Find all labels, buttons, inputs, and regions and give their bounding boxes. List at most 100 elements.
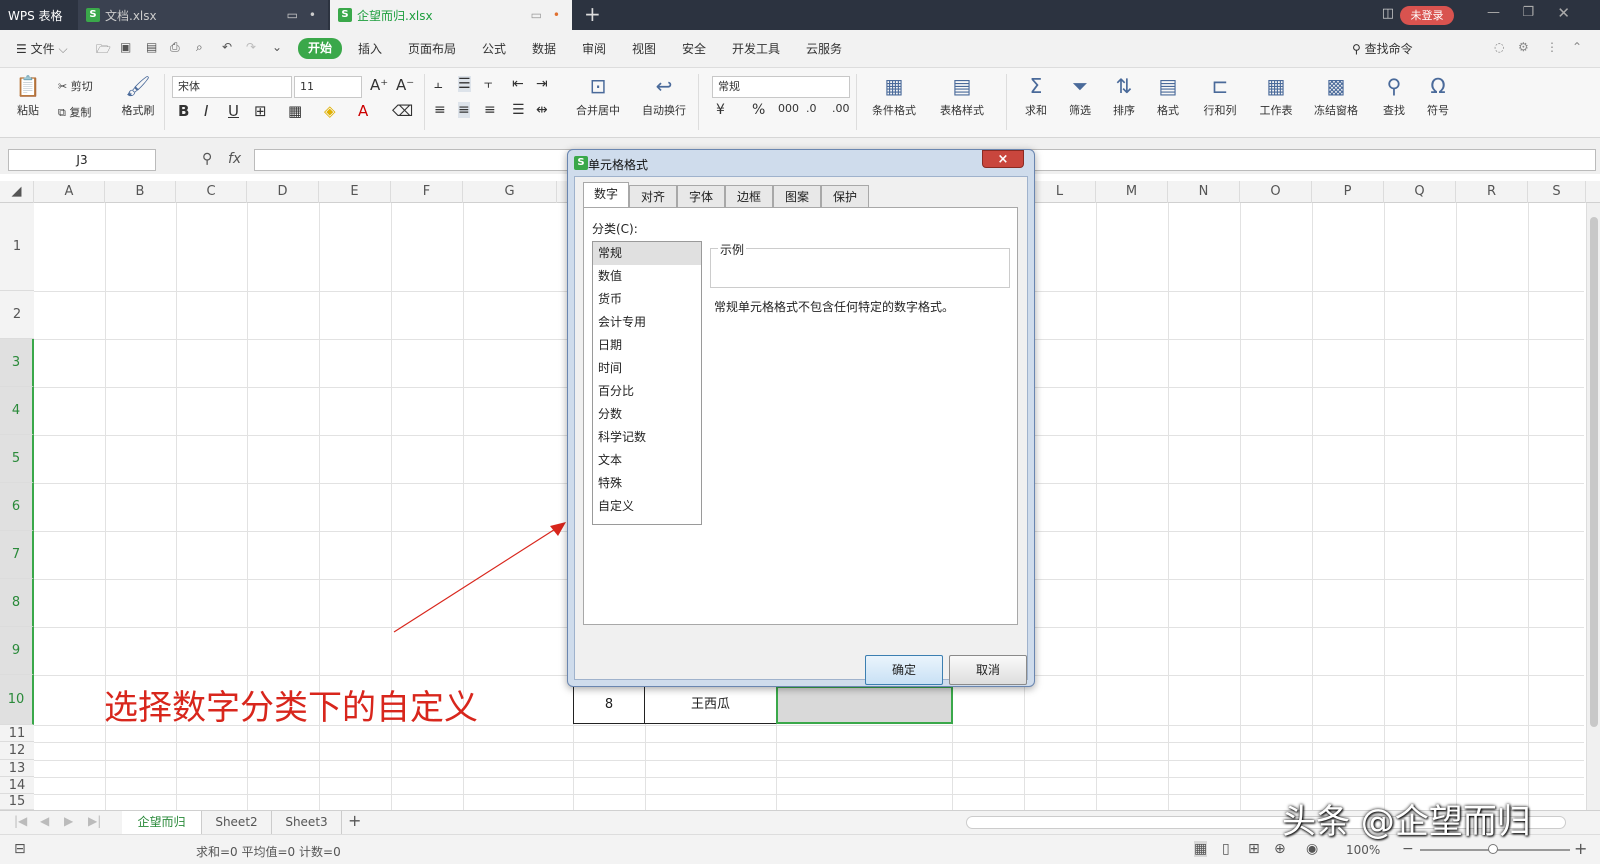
menu-insert[interactable]: 插入 <box>358 40 382 57</box>
next-sheet-icon[interactable]: ▶ <box>64 814 73 828</box>
col-header-f[interactable]: F <box>391 181 463 203</box>
grow-font-icon[interactable]: A⁺ <box>370 76 388 94</box>
italic-icon[interactable]: I <box>204 102 208 120</box>
tab-border[interactable]: 边框 <box>725 185 773 207</box>
cell-h10[interactable]: 8 <box>573 686 645 724</box>
tab-protection[interactable]: 保护 <box>821 185 869 207</box>
page-view-icon[interactable]: ▯ <box>1222 841 1230 857</box>
row-header-8[interactable]: 8 <box>0 579 34 627</box>
fx-icon[interactable]: fx <box>228 151 241 167</box>
font-size-select[interactable]: 11 <box>294 76 362 98</box>
eraser-icon[interactable]: ⌫ <box>392 102 413 120</box>
vertical-scrollbar[interactable] <box>1586 203 1600 810</box>
merge-center-button[interactable]: ⊡ 合并居中 <box>570 74 626 118</box>
col-header-e[interactable]: E <box>319 181 391 203</box>
paste-button[interactable]: 📋 粘贴 <box>10 74 46 118</box>
category-special[interactable]: 特殊 <box>593 472 701 495</box>
wrap-text-button[interactable]: ↩ 自动换行 <box>636 74 692 118</box>
col-header-n[interactable]: N <box>1168 181 1240 203</box>
page-break-view-icon[interactable]: ⊞ <box>1248 841 1260 857</box>
menu-developer[interactable]: 开发工具 <box>732 40 780 57</box>
more-icon[interactable]: ⋮ <box>1546 40 1558 54</box>
border-icon[interactable]: ⊞ <box>254 102 267 120</box>
align-center-icon[interactable]: ≡ <box>458 102 470 118</box>
row-header-6[interactable]: 6 <box>0 483 34 531</box>
col-header-m[interactable]: M <box>1096 181 1168 203</box>
category-date[interactable]: 日期 <box>593 334 701 357</box>
row-header-3[interactable]: 3 <box>0 339 34 387</box>
row-header-14[interactable]: 14 <box>0 777 34 794</box>
justify-icon[interactable]: ☰ <box>512 102 525 118</box>
dialog-close-button[interactable]: × <box>982 150 1024 168</box>
col-header-s[interactable]: S <box>1528 181 1586 203</box>
find-button[interactable]: ⚲ 查找 <box>1376 74 1412 118</box>
freeze-panes-button[interactable]: ▩ 冻结窗格 <box>1308 74 1364 118</box>
thousands-icon[interactable]: 000 <box>778 102 799 115</box>
menu-formula[interactable]: 公式 <box>482 40 506 57</box>
underline-icon[interactable]: U <box>228 102 239 120</box>
table-style-button[interactable]: ▤ 表格样式 <box>932 74 992 118</box>
align-top-icon[interactable]: ⫠ <box>434 76 442 92</box>
file-menu[interactable]: ☰ 文件 ⌵ <box>16 40 68 57</box>
close-window-icon[interactable]: ✕ <box>1557 4 1570 22</box>
worksheet-button[interactable]: ▦ 工作表 <box>1252 74 1300 118</box>
row-header-5[interactable]: 5 <box>0 435 34 483</box>
tab-number[interactable]: 数字 <box>583 182 629 208</box>
menu-review[interactable]: 审阅 <box>582 40 606 57</box>
row-header-15[interactable]: 15 <box>0 794 34 810</box>
distributed-icon[interactable]: ⇹ <box>536 102 548 118</box>
col-header-b[interactable]: B <box>105 181 176 203</box>
category-accounting[interactable]: 会计专用 <box>593 311 701 334</box>
reading-mode-icon[interactable]: ⊕ <box>1274 841 1286 857</box>
zoom-slider-thumb[interactable] <box>1488 844 1498 854</box>
restore-icon[interactable]: ❐ <box>1522 5 1534 20</box>
unsaved-dot-icon[interactable]: • <box>553 8 560 22</box>
comment-icon[interactable]: ◌ <box>1494 40 1504 54</box>
number-format-select[interactable]: 常规 <box>712 76 850 98</box>
zoom-formula-icon[interactable]: ⚲ <box>202 151 212 167</box>
menu-cloud[interactable]: 云服务 <box>806 40 842 57</box>
row-header-4[interactable]: 4 <box>0 387 34 435</box>
row-header-10[interactable]: 10 <box>0 675 34 725</box>
row-header-1[interactable]: 1 <box>0 203 34 291</box>
menu-data[interactable]: 数据 <box>532 40 556 57</box>
cancel-button[interactable]: 取消 <box>949 655 1027 685</box>
row-header-7[interactable]: 7 <box>0 531 34 579</box>
format-button[interactable]: ▤ 格式 <box>1150 74 1186 118</box>
zoom-in-icon[interactable]: + <box>1574 839 1587 858</box>
conditional-format-button[interactable]: ▦ 条件格式 <box>864 74 924 118</box>
fill-pattern-icon[interactable]: ▦ <box>288 102 302 120</box>
last-sheet-icon[interactable]: ▶| <box>88 814 101 828</box>
name-box[interactable]: J3 <box>8 149 156 171</box>
sheet-tab-3[interactable]: Sheet3 <box>272 811 342 834</box>
tab-alignment[interactable]: 对齐 <box>629 185 677 207</box>
shrink-font-icon[interactable]: A⁻ <box>396 76 414 94</box>
add-sheet-button[interactable]: + <box>348 811 361 830</box>
category-list[interactable]: 常规 数值 货币 会计专用 日期 时间 百分比 分数 科学记数 文本 特殊 自定… <box>592 241 702 525</box>
zoom-level[interactable]: 100% <box>1346 843 1380 857</box>
col-header-p[interactable]: P <box>1312 181 1384 203</box>
collapse-ribbon-icon[interactable]: ⌃ <box>1572 40 1582 54</box>
gear-icon[interactable]: ⚙ <box>1518 40 1529 54</box>
sheet-tab-1[interactable]: 企望而归 <box>122 811 202 834</box>
redo-icon[interactable]: ↷ <box>246 40 256 54</box>
align-bottom-icon[interactable]: ⫟ <box>484 76 492 92</box>
copy-button[interactable]: ⧉ 复制 <box>58 104 91 120</box>
category-percentage[interactable]: 百分比 <box>593 380 701 403</box>
row-header-2[interactable]: 2 <box>0 291 34 339</box>
row-header-13[interactable]: 13 <box>0 760 34 777</box>
save-icon[interactable]: ▣ <box>120 40 131 54</box>
filter-button[interactable]: ⏷ 筛选 <box>1062 74 1098 118</box>
category-custom[interactable]: 自定义 <box>593 495 701 518</box>
sheet-tab-2[interactable]: Sheet2 <box>202 811 272 834</box>
search-command[interactable]: ⚲ 查找命令 <box>1352 40 1413 57</box>
eye-protection-icon[interactable]: ◉ <box>1306 841 1318 857</box>
quick-open-icon[interactable]: 🗁 <box>96 40 111 61</box>
symbol-button[interactable]: Ω 符号 <box>1420 74 1456 118</box>
app-menu-tab[interactable]: WPS 表格 <box>0 0 78 30</box>
fill-color-icon[interactable]: ◈ <box>324 102 336 120</box>
row-header-9[interactable]: 9 <box>0 627 34 675</box>
export-pdf-icon[interactable]: ▤ <box>146 40 157 54</box>
col-header-q[interactable]: Q <box>1384 181 1456 203</box>
category-time[interactable]: 时间 <box>593 357 701 380</box>
